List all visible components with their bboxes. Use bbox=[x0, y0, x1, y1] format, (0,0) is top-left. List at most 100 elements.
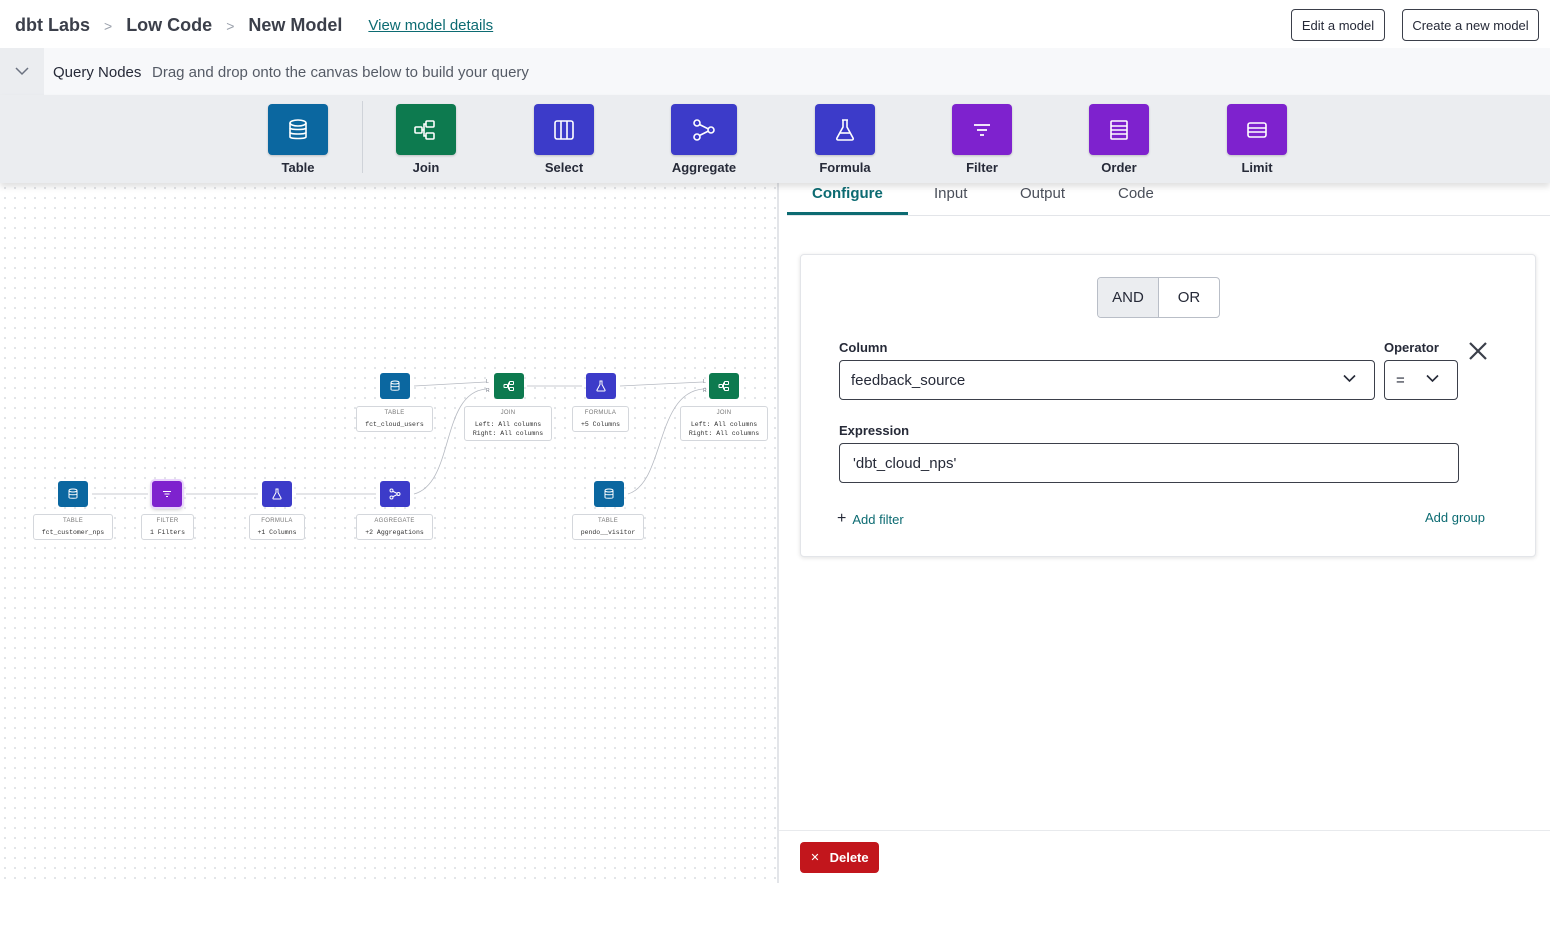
limit-icon bbox=[1247, 121, 1267, 138]
palette-item-limit[interactable]: Limit bbox=[1217, 104, 1297, 175]
node-type: JOIN bbox=[716, 410, 732, 416]
active-tab-indicator bbox=[787, 212, 908, 215]
node-type: TABLE bbox=[597, 518, 619, 524]
query-nodes-subtitle: Drag and drop onto the canvas below to b… bbox=[152, 64, 529, 81]
filter-config-card: AND OR Column feedback_source Operator =… bbox=[800, 254, 1536, 557]
add-group-button[interactable]: Add group bbox=[1425, 510, 1485, 525]
palette-label: Select bbox=[544, 160, 584, 175]
node-description: +2 Aggregations bbox=[365, 529, 424, 536]
operator-select[interactable]: = bbox=[1384, 360, 1458, 400]
palette-icon-bg bbox=[534, 104, 594, 155]
column-select-value: feedback_source bbox=[851, 371, 966, 389]
join-icon bbox=[414, 119, 435, 140]
database-icon bbox=[68, 488, 78, 499]
top-bar: dbt Labs > Low Code > New Model View mod… bbox=[0, 0, 1550, 48]
flask-icon bbox=[272, 488, 282, 500]
expression-input-value: 'dbt_cloud_nps' bbox=[853, 454, 957, 472]
port-label-right: R bbox=[486, 388, 490, 394]
palette-label: Limit bbox=[1241, 160, 1273, 175]
port-label-left: L bbox=[486, 379, 489, 385]
node-type: FILTER bbox=[156, 518, 179, 524]
palette-icon-bg bbox=[1227, 104, 1287, 155]
add-filter-button[interactable]: + Add filter bbox=[837, 510, 904, 528]
or-toggle[interactable]: OR bbox=[1159, 278, 1219, 317]
node-t3-icon[interactable] bbox=[594, 481, 624, 507]
aggregate-icon bbox=[389, 488, 401, 500]
query-nodes-bar: Query Nodes Drag and drop onto the canva… bbox=[0, 48, 1550, 95]
node-description: pendo__visitor bbox=[580, 529, 636, 536]
flask-icon bbox=[836, 118, 854, 141]
column-label: Column bbox=[839, 340, 888, 355]
node-t2-card[interactable]: TABLE fct_cloud_users bbox=[356, 406, 433, 432]
node-j2-card[interactable]: JOIN Left: All columns Right: All column… bbox=[680, 406, 768, 441]
node-a1-card[interactable]: AGGREGATE +2 Aggregations bbox=[356, 514, 433, 540]
node-j1-card[interactable]: JOIN Left: All columns Right: All column… bbox=[464, 406, 552, 441]
breadcrumb-item-model: New Model bbox=[248, 15, 343, 35]
palette-label: Table bbox=[281, 160, 315, 175]
node-j1-icon[interactable] bbox=[494, 373, 524, 399]
port-label-left: L bbox=[703, 379, 706, 385]
node-type: FORMULA bbox=[261, 518, 293, 524]
breadcrumb-item-org[interactable]: dbt Labs bbox=[15, 15, 90, 36]
chevron-down-icon bbox=[1426, 374, 1439, 383]
edit-model-button[interactable]: Edit a model bbox=[1291, 9, 1385, 41]
node-description: fct_customer_nps bbox=[41, 529, 105, 536]
palette-label: Join bbox=[412, 160, 440, 175]
tab-code[interactable]: Code bbox=[1118, 185, 1154, 202]
chevron-down-icon bbox=[1343, 374, 1356, 383]
palette-item-order[interactable]: Order bbox=[1079, 104, 1159, 175]
and-toggle[interactable]: AND bbox=[1098, 278, 1159, 317]
join-icon bbox=[718, 381, 729, 391]
tab-configure[interactable]: Configure bbox=[812, 185, 883, 202]
node-a1-icon[interactable] bbox=[380, 481, 410, 507]
chevron-down-icon bbox=[15, 67, 29, 76]
node-palette: Table Join Select Aggregate Formula Filt… bbox=[0, 95, 1550, 183]
database-icon bbox=[604, 488, 614, 499]
database-icon bbox=[390, 380, 400, 391]
node-t2-icon[interactable] bbox=[380, 373, 410, 399]
panel-splitter[interactable] bbox=[777, 183, 779, 883]
node-f1-card[interactable]: FILTER 1 Filters bbox=[141, 514, 194, 540]
node-fo2-icon[interactable] bbox=[586, 373, 616, 399]
column-select[interactable]: feedback_source bbox=[839, 360, 1375, 400]
join-icon bbox=[503, 381, 514, 391]
remove-filter-close-icon[interactable] bbox=[1467, 340, 1489, 362]
palette-label: Formula bbox=[819, 160, 871, 175]
collapse-toggle[interactable] bbox=[0, 48, 44, 95]
node-j2-icon[interactable] bbox=[709, 373, 739, 399]
query-nodes-title: Query Nodes bbox=[53, 64, 142, 81]
view-model-details-link[interactable]: View model details bbox=[368, 17, 493, 34]
node-type: FORMULA bbox=[584, 410, 617, 416]
logic-toggle: AND OR bbox=[1097, 277, 1220, 318]
breadcrumb: dbt Labs > Low Code > New Model View mod… bbox=[15, 15, 493, 36]
add-filter-label: Add filter bbox=[852, 511, 904, 527]
query-canvas[interactable]: L R L R TABLE fct_customer_nps FILTER 1 … bbox=[0, 183, 777, 883]
palette-item-join[interactable]: Join bbox=[386, 104, 466, 175]
node-t3-card[interactable]: TABLE pendo__visitor bbox=[572, 514, 644, 540]
delete-label: Delete bbox=[829, 850, 869, 865]
node-description: Left: All columns Right: All columns bbox=[688, 421, 760, 437]
edge-fo2-j2 bbox=[619, 381, 704, 387]
node-fo1-icon[interactable] bbox=[262, 481, 292, 507]
palette-item-formula[interactable]: Formula bbox=[805, 104, 885, 175]
expression-input[interactable]: 'dbt_cloud_nps' bbox=[839, 443, 1459, 483]
node-f1-icon[interactable] bbox=[152, 481, 182, 507]
breadcrumb-item-project[interactable]: Low Code bbox=[126, 15, 212, 36]
palette-item-aggregate[interactable]: Aggregate bbox=[664, 104, 744, 175]
tab-output[interactable]: Output bbox=[1020, 185, 1065, 202]
palette-label: Filter bbox=[966, 160, 998, 175]
palette-item-select[interactable]: Select bbox=[524, 104, 604, 175]
expression-label: Expression bbox=[839, 423, 910, 438]
create-model-button[interactable]: Create a new model bbox=[1402, 9, 1539, 41]
delete-button[interactable]: ✕ Delete bbox=[800, 842, 879, 873]
node-fo1-card[interactable]: FORMULA +1 Columns bbox=[249, 514, 305, 540]
node-t1-icon[interactable] bbox=[58, 481, 88, 507]
node-description: fct_cloud_users bbox=[365, 421, 424, 428]
breadcrumb-separator: > bbox=[226, 17, 235, 34]
palette-item-filter[interactable]: Filter bbox=[942, 104, 1022, 175]
node-fo2-card[interactable]: FORMULA +5 Columns bbox=[572, 406, 629, 432]
node-t1-card[interactable]: TABLE fct_customer_nps bbox=[33, 514, 113, 540]
tab-input[interactable]: Input bbox=[934, 185, 967, 202]
palette-item-table[interactable]: Table bbox=[258, 104, 338, 175]
node-type: AGGREGATE bbox=[374, 518, 415, 524]
